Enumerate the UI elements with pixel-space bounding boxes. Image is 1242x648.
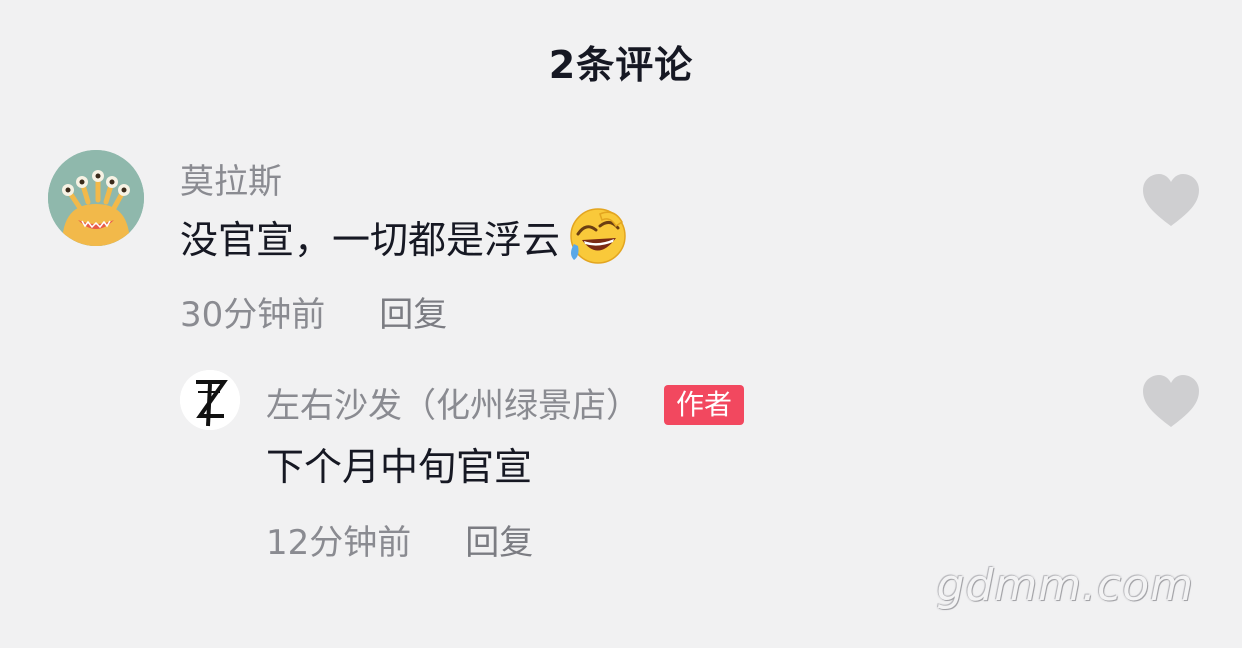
heart-icon xyxy=(1143,375,1199,427)
comment-text: 没官宣，一切都是浮云 xyxy=(180,204,630,268)
watermark: gdmm.com xyxy=(936,560,1194,611)
reply-like-button[interactable] xyxy=(1141,373,1201,429)
reply-text: 下个月中旬官宣 xyxy=(266,445,533,489)
laughing-crying-emoji-icon xyxy=(570,208,626,264)
comment-text-content: 没官宣，一切都是浮云 xyxy=(180,217,561,262)
reply-username-row: 左右沙发（化州绿景店） 作者 xyxy=(266,378,745,428)
reply-meta: 12分钟前 回复 xyxy=(266,515,533,564)
reply-button[interactable]: 回复 xyxy=(379,295,447,335)
reply-reply-button[interactable]: 回复 xyxy=(465,523,533,563)
monster-avatar-icon xyxy=(48,150,144,246)
reply-time: 12分钟前 xyxy=(266,523,412,563)
store-logo-icon xyxy=(180,370,240,430)
reply-avatar[interactable] xyxy=(180,370,240,430)
comment-username[interactable]: 莫拉斯 xyxy=(180,154,282,203)
like-button[interactable] xyxy=(1141,172,1201,228)
avatar[interactable] xyxy=(48,150,144,246)
comments-title: 2条评论 xyxy=(548,43,694,87)
author-badge: 作者 xyxy=(664,384,745,425)
heart-icon xyxy=(1143,174,1199,226)
comment-time: 30分钟前 xyxy=(180,295,326,335)
comment-meta: 30分钟前 回复 xyxy=(180,287,447,336)
reply-username[interactable]: 左右沙发（化州绿景店） xyxy=(266,386,640,426)
